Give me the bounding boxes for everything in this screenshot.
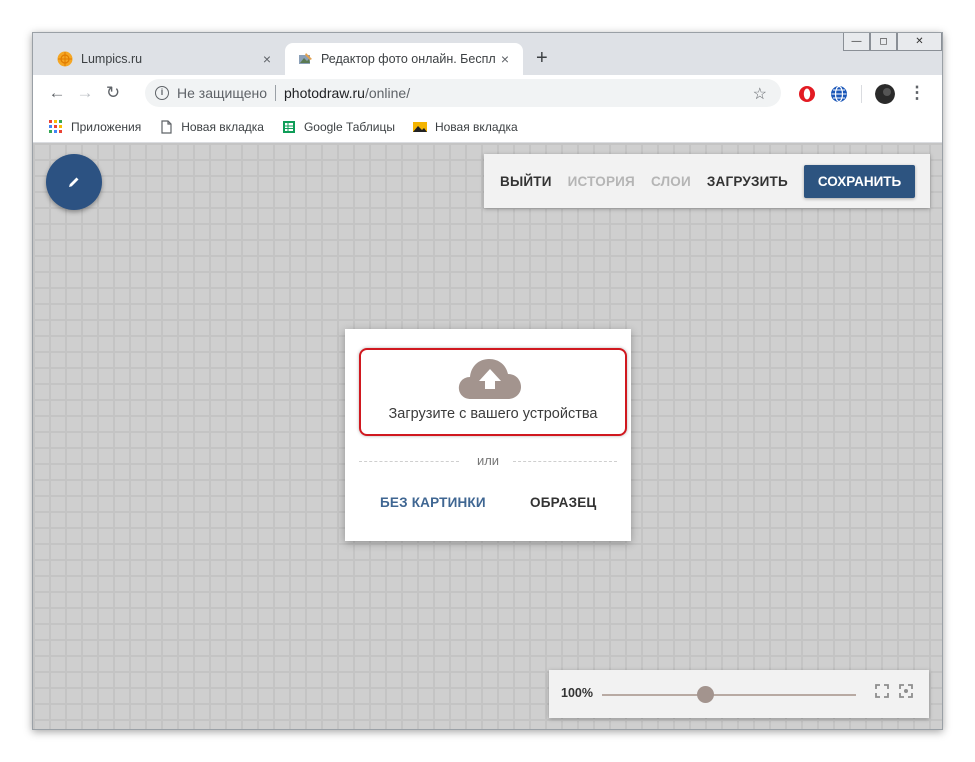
maximize-icon[interactable]: ◻ — [870, 33, 897, 51]
zoom-slider-thumb[interactable] — [697, 686, 714, 703]
browser-window: Lumpics.ru × Редактор фото онлайн. Беспл… — [32, 32, 943, 730]
bookmark-apps[interactable]: Приложения — [49, 119, 142, 134]
upload-from-device-area[interactable]: Загрузите с вашего устройства — [359, 348, 627, 436]
upload-button[interactable]: ЗАГРУЗИТЬ — [707, 174, 788, 189]
minimize-icon[interactable]: — — [843, 33, 870, 51]
bookmark-new-tab-2[interactable]: Новая вкладка — [412, 119, 518, 134]
bookmark-label: Google Таблицы — [303, 119, 395, 134]
tab-title: Lumpics.ru — [81, 52, 143, 66]
window-controls: — ◻ ✕ — [843, 33, 942, 51]
zoom-level: 100% — [561, 686, 593, 700]
save-button[interactable]: СОХРАНИТЬ — [803, 164, 916, 198]
no-picture-button[interactable]: БЕЗ КАРТИНКИ — [380, 495, 486, 510]
divider-line — [513, 461, 617, 462]
tab-lumpics[interactable]: Lumpics.ru × — [45, 43, 285, 75]
zoom-panel: 100% — [549, 670, 929, 718]
upload-text: Загрузите с вашего устройства — [388, 406, 598, 422]
layers-button[interactable]: СЛОИ — [651, 174, 691, 189]
address-bar[interactable]: i Не защищено photodraw.ru/online/ ☆ — [145, 79, 781, 107]
upload-dialog: Загрузите с вашего устройства или БЕЗ КА… — [345, 329, 631, 541]
close-tab-icon[interactable]: × — [495, 51, 515, 67]
editor-canvas: ВЫЙТИ ИСТОРИЯ СЛОИ ЗАГРУЗИТЬ СОХРАНИТЬ З… — [33, 143, 942, 729]
security-status: Не защищено — [177, 85, 267, 101]
globe-extension-icon[interactable] — [830, 85, 848, 103]
close-window-icon[interactable]: ✕ — [897, 33, 942, 51]
history-button[interactable]: ИСТОРИЯ — [568, 174, 635, 189]
sample-button[interactable]: ОБРАЗЕЦ — [530, 495, 597, 510]
url-path: /online/ — [364, 85, 411, 101]
photodraw-favicon-icon — [299, 53, 312, 64]
editor-menu-bar: ВЫЙТИ ИСТОРИЯ СЛОИ ЗАГРУЗИТЬ СОХРАНИТЬ — [484, 154, 930, 208]
tab-strip: Lumpics.ru × Редактор фото онлайн. Беспл… — [33, 33, 942, 75]
page-icon — [161, 119, 172, 134]
tab-title: Редактор фото онлайн. Бесплат — [321, 52, 495, 66]
actual-size-icon[interactable] — [898, 683, 914, 699]
url-host: photodraw.ru — [284, 85, 365, 101]
cloud-upload-icon — [458, 359, 521, 399]
lumpics-favicon-icon — [57, 51, 73, 67]
new-tab-button[interactable]: + — [536, 48, 548, 68]
pencil-icon — [69, 177, 79, 187]
bookmark-new-tab[interactable]: Новая вкладка — [159, 120, 264, 134]
browser-toolbar: ← → ↻ i Не защищено photodraw.ru/online/… — [33, 75, 942, 111]
profile-avatar[interactable] — [875, 84, 895, 104]
bookmark-label: Приложения — [71, 119, 142, 134]
bookmark-google-sheets[interactable]: Google Таблицы — [282, 120, 395, 134]
zoom-slider-track[interactable] — [602, 694, 856, 696]
opera-extension-icon[interactable] — [798, 85, 816, 103]
toolbar-divider — [861, 85, 862, 103]
bookmark-label: Новая вкладка — [181, 119, 264, 134]
back-arrow-icon[interactable]: ← — [43, 83, 71, 103]
fit-screen-icon[interactable] — [874, 683, 890, 699]
tab-photodraw[interactable]: Редактор фото онлайн. Бесплат × — [285, 43, 523, 75]
bookmark-star-icon[interactable]: ☆ — [753, 84, 767, 104]
edit-button[interactable] — [46, 154, 102, 210]
image-icon — [412, 121, 427, 132]
apps-grid-icon — [49, 119, 62, 133]
info-icon[interactable]: i — [155, 86, 169, 100]
exit-button[interactable]: ВЫЙТИ — [500, 174, 552, 189]
sheets-icon — [282, 120, 295, 133]
bookmark-label: Новая вкладка — [434, 119, 518, 134]
menu-dots-icon[interactable]: ⋮ — [903, 83, 931, 103]
forward-arrow-icon[interactable]: → — [71, 83, 99, 103]
bookmarks-bar: Приложения Новая вкладка Google Таблицы … — [33, 111, 942, 143]
close-tab-icon[interactable]: × — [257, 51, 277, 67]
or-divider: или — [359, 453, 617, 471]
reload-icon[interactable]: ↻ — [99, 83, 127, 103]
address-separator — [275, 85, 276, 101]
